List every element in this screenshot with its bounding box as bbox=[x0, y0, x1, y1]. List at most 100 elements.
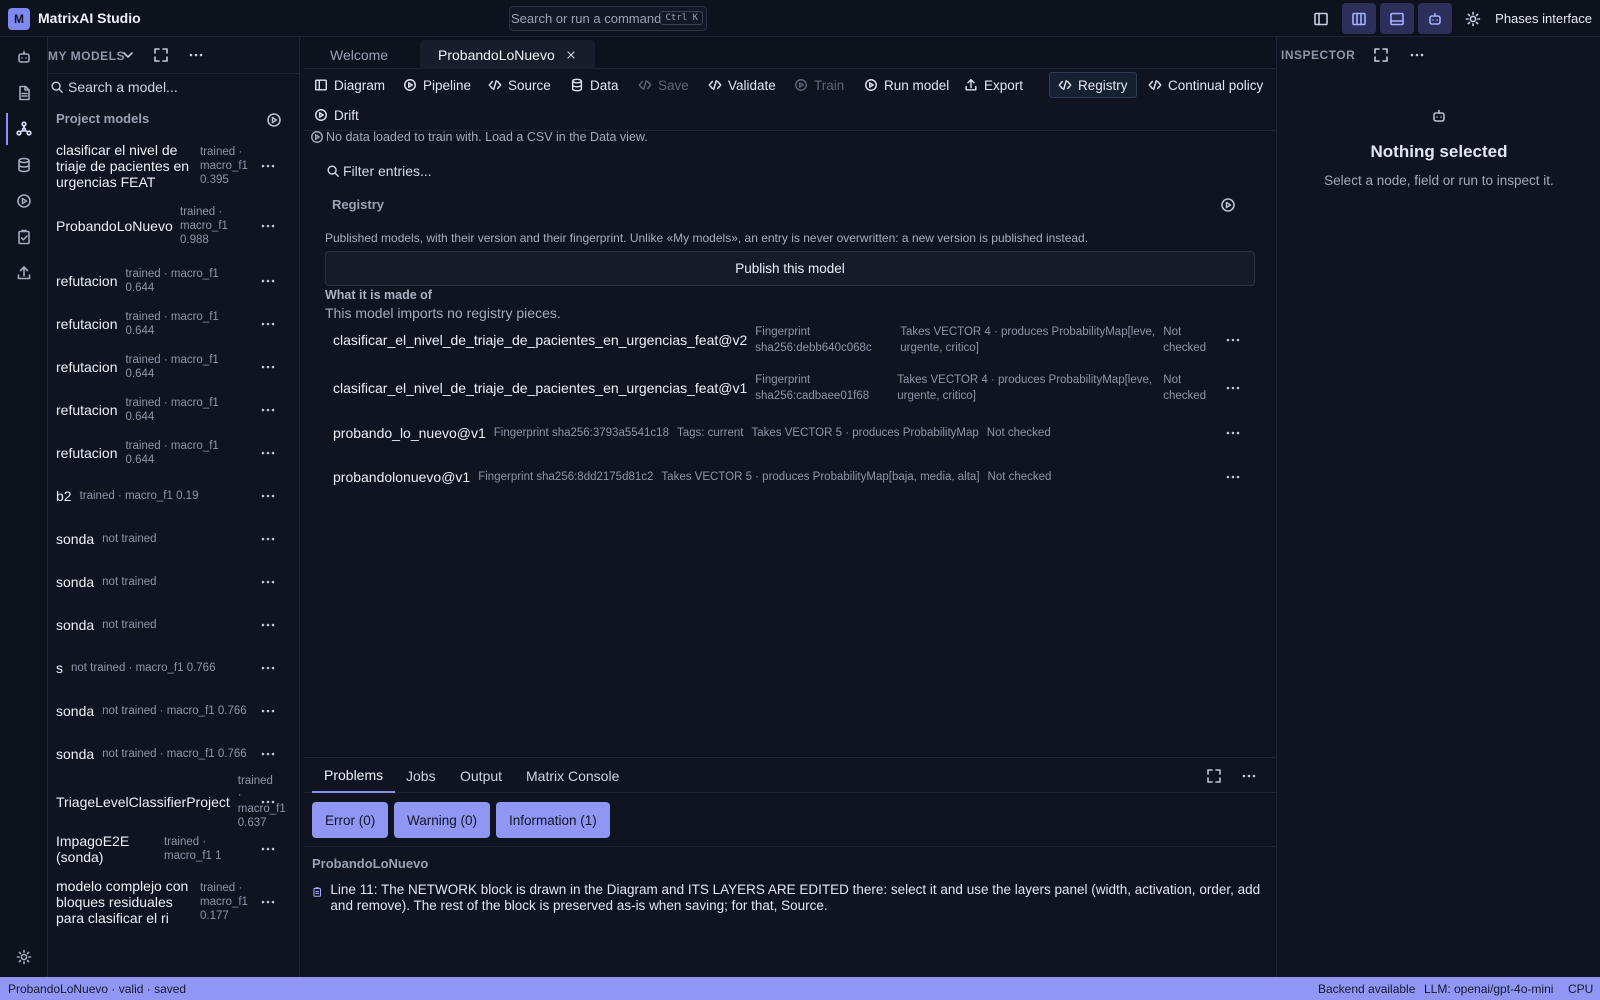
model-list-item[interactable]: refutacion trained · macro_f1 0.644 bbox=[48, 349, 299, 385]
chevron-down-icon bbox=[123, 52, 133, 58]
registry-button[interactable]: Registry bbox=[1049, 72, 1137, 98]
sidebar-collapse-button[interactable] bbox=[120, 47, 136, 63]
export-button[interactable]: Export bbox=[956, 72, 1031, 98]
status-llm[interactable]: LLM: openai/gpt-4o-mini bbox=[1424, 982, 1553, 996]
model-more-button[interactable] bbox=[260, 894, 276, 910]
status-backend: Backend available bbox=[1318, 982, 1416, 996]
model-more-button[interactable] bbox=[260, 273, 276, 289]
model-list-item[interactable]: sonda not trained bbox=[48, 521, 299, 557]
entry-more-button[interactable] bbox=[1225, 380, 1241, 396]
model-more-button[interactable] bbox=[260, 841, 276, 857]
registry-entry[interactable]: clasificar_el_nivel_de_triaje_de_pacient… bbox=[325, 322, 1255, 358]
registry-run-button[interactable] bbox=[1220, 197, 1236, 213]
tab-problems[interactable]: Problems bbox=[312, 758, 396, 793]
source-button[interactable]: Source bbox=[480, 72, 559, 98]
model-more-button[interactable] bbox=[260, 402, 276, 418]
save-button[interactable]: Save bbox=[630, 72, 697, 98]
model-list-item[interactable]: sonda not trained · macro_f1 0.766 bbox=[48, 736, 299, 772]
activity-settings[interactable] bbox=[0, 939, 48, 975]
model-status: not trained · macro_f1 0.766 bbox=[102, 748, 247, 760]
filter-entries-input[interactable]: Filter entries... bbox=[326, 163, 432, 179]
activity-assistant[interactable] bbox=[0, 39, 48, 75]
drift-button[interactable]: Drift bbox=[306, 102, 367, 128]
activity-runs[interactable] bbox=[0, 183, 48, 219]
theme-button[interactable] bbox=[1456, 3, 1490, 34]
model-list-item[interactable]: sonda not trained bbox=[48, 607, 299, 643]
warning-filter-button[interactable]: Warning (0) bbox=[394, 802, 491, 838]
sidebar-expand-button[interactable] bbox=[153, 47, 169, 63]
model-list-item[interactable]: clasificar el nivel de triaje de pacient… bbox=[48, 141, 299, 191]
inspector-expand-button[interactable] bbox=[1373, 47, 1389, 63]
entry-more-button[interactable] bbox=[1225, 332, 1241, 348]
pipeline-button[interactable]: Pipeline bbox=[395, 72, 479, 98]
model-more-button[interactable] bbox=[260, 531, 276, 547]
model-list-item[interactable]: ImpagoE2E (sonda) trained · macro_f1 1 bbox=[48, 831, 299, 867]
model-more-button[interactable] bbox=[260, 746, 276, 762]
assistant-button[interactable] bbox=[1418, 3, 1452, 34]
model-list-item[interactable]: TriageLevelClassifierProject trained · ma… bbox=[48, 775, 299, 829]
model-search-input[interactable]: Search a model... bbox=[48, 75, 299, 99]
diagram-button[interactable]: Diagram bbox=[306, 72, 393, 98]
no-data-text: No data loaded to train with. Load a CSV… bbox=[326, 130, 648, 144]
panel-maximize-button[interactable] bbox=[1206, 768, 1222, 784]
model-list-item[interactable]: b2 trained · macro_f1 0.19 bbox=[48, 478, 299, 514]
model-list-item[interactable]: sonda not trained · macro_f1 0.766 bbox=[48, 693, 299, 729]
entry-more-button[interactable] bbox=[1225, 425, 1241, 441]
model-list-item[interactable]: refutacion trained · macro_f1 0.644 bbox=[48, 435, 299, 471]
model-more-button[interactable] bbox=[260, 794, 276, 810]
train-button[interactable]: Train bbox=[786, 72, 852, 98]
tab-welcome[interactable]: Welcome bbox=[312, 40, 406, 69]
command-search-input[interactable]: Search or run a command Ctrl K bbox=[509, 6, 707, 31]
model-list-item[interactable]: refutacion trained · macro_f1 0.644 bbox=[48, 392, 299, 428]
model-more-button[interactable] bbox=[260, 445, 276, 461]
model-list-item[interactable]: ProbandoLoNuevo trained · macro_f1 0.988 bbox=[48, 203, 299, 249]
activity-data[interactable] bbox=[0, 147, 48, 183]
validate-button[interactable]: Validate bbox=[700, 72, 784, 98]
run-model-button[interactable]: Run model bbox=[856, 72, 957, 98]
inspector-more-button[interactable] bbox=[1409, 47, 1425, 63]
model-more-button[interactable] bbox=[260, 574, 276, 590]
model-more-button[interactable] bbox=[260, 660, 276, 676]
model-more-button[interactable] bbox=[260, 316, 276, 332]
model-list-item[interactable]: refutacion trained · macro_f1 0.644 bbox=[48, 263, 299, 299]
registry-entry[interactable]: probandolonuevo@v1 Fingerprint sha256:8d… bbox=[325, 465, 1255, 489]
registry-entry[interactable]: clasificar_el_nivel_de_triaje_de_pacient… bbox=[325, 370, 1255, 406]
panel-more-button[interactable] bbox=[1241, 768, 1257, 784]
activity-checks[interactable] bbox=[0, 219, 48, 255]
registry-entry[interactable]: probando_lo_nuevo@v1 Fingerprint sha256:… bbox=[325, 421, 1255, 445]
tab-output[interactable]: Output bbox=[460, 758, 502, 793]
error-filter-button[interactable]: Error (0) bbox=[312, 802, 389, 838]
tab-jobs[interactable]: Jobs bbox=[406, 758, 436, 793]
model-more-button[interactable] bbox=[260, 359, 276, 375]
problem-message[interactable]: Line 11: The NETWORK block is drawn in t… bbox=[312, 882, 1262, 914]
project-models-run-button[interactable] bbox=[266, 112, 282, 128]
model-list-item[interactable]: refutacion trained · macro_f1 0.644 bbox=[48, 306, 299, 342]
activity-files[interactable] bbox=[0, 75, 48, 111]
model-name: sonda bbox=[56, 746, 95, 762]
model-list-item[interactable]: sonda not trained bbox=[48, 564, 299, 600]
toggle-inspector-button[interactable] bbox=[1342, 3, 1376, 34]
activity-export[interactable] bbox=[0, 255, 48, 291]
toggle-panel-button[interactable] bbox=[1380, 3, 1414, 34]
publish-model-button[interactable]: Publish this model bbox=[325, 251, 1255, 286]
tab-matrix-console[interactable]: Matrix Console bbox=[526, 758, 619, 793]
model-more-button[interactable] bbox=[260, 158, 276, 174]
robot-icon bbox=[18, 50, 30, 63]
tool-label: Registry bbox=[1078, 77, 1128, 93]
information-filter-button[interactable]: Information (1) bbox=[496, 802, 610, 838]
model-more-button[interactable] bbox=[260, 488, 276, 504]
phases-interface-link[interactable]: Phases interface bbox=[1495, 11, 1592, 26]
tab-probandolonuevo[interactable]: ProbandoLoNuevo bbox=[420, 40, 595, 69]
toggle-sidebar-button[interactable] bbox=[1304, 3, 1338, 34]
model-more-button[interactable] bbox=[260, 218, 276, 234]
sidebar-more-button[interactable] bbox=[188, 47, 204, 63]
model-list-item[interactable]: modelo complejo con bloques residuales p… bbox=[48, 877, 299, 927]
entry-more-button[interactable] bbox=[1225, 469, 1241, 485]
tab-close-button[interactable] bbox=[565, 49, 577, 61]
data-button[interactable]: Data bbox=[562, 72, 627, 98]
continual-policy-button[interactable]: Continual policy bbox=[1140, 72, 1271, 98]
activity-models[interactable] bbox=[0, 111, 48, 147]
model-more-button[interactable] bbox=[260, 617, 276, 633]
model-list-item[interactable]: s not trained · macro_f1 0.766 bbox=[48, 650, 299, 686]
model-more-button[interactable] bbox=[260, 703, 276, 719]
